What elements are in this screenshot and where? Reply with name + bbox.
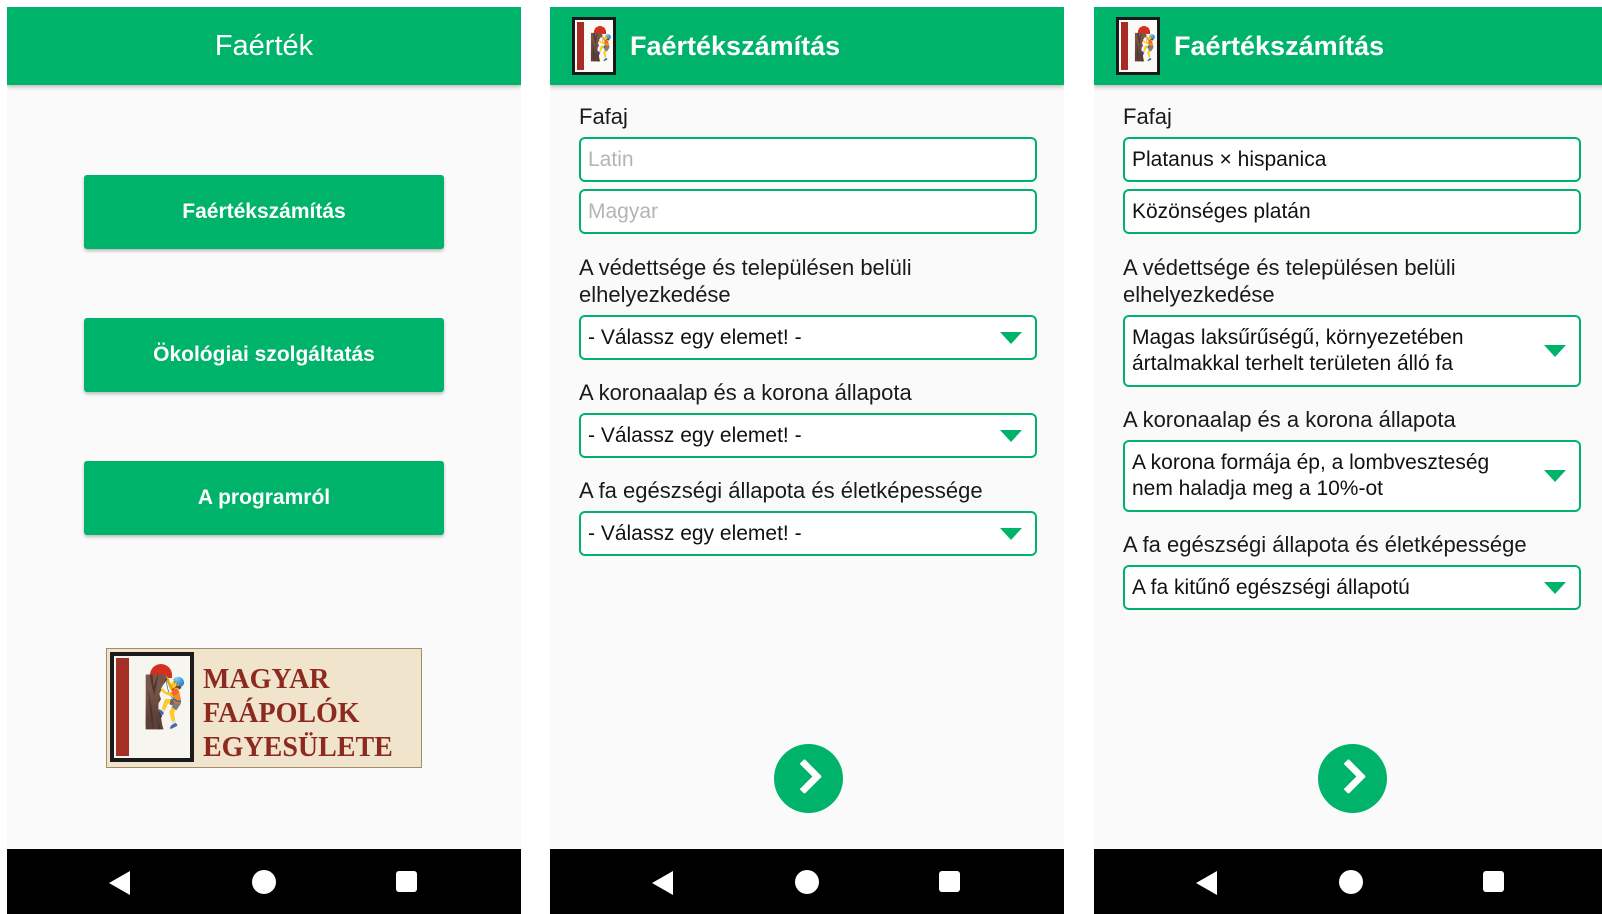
chevron-right-icon <box>1330 758 1367 795</box>
a-programrol-button[interactable]: A programról <box>84 461 444 535</box>
logo-wordmark: MAGYAR FAÁPOLÓK EGYESÜLETE <box>203 664 393 763</box>
egeszseg-select-value: A fa kitűnő egészségi állapotú <box>1132 576 1410 599</box>
okologiai-szolgaltatas-button[interactable]: Ökológiai szolgáltatás <box>84 318 444 392</box>
nav-home-icon[interactable] <box>252 870 276 894</box>
dropdown-arrow-icon <box>1544 581 1566 594</box>
fafaj-label: Fafaj <box>579 104 628 129</box>
app-title: Faérték <box>214 30 314 62</box>
next-button[interactable] <box>774 744 843 813</box>
tree-value-form: Fafaj Platanus × hispanica Közönséges pl… <box>1123 85 1581 610</box>
system-nav-bar <box>550 849 1064 914</box>
dropdown-arrow-icon <box>1000 331 1022 344</box>
dropdown-arrow-icon <box>1544 345 1566 357</box>
korona-label: A koronaalap és a korona állapota <box>1123 407 1456 432</box>
nav-recents-icon[interactable] <box>1483 871 1504 892</box>
hungarian-name-input[interactable]: Közönséges platán <box>1123 189 1581 234</box>
vedettseg-select-value: - Válassz egy elemet! - <box>588 326 802 349</box>
vedettseg-select-value: Magas laksűrűségű, környezetében ártalma… <box>1132 326 1464 375</box>
nav-back-icon[interactable] <box>1196 871 1217 895</box>
fafaj-label: Fafaj <box>1123 104 1172 129</box>
app-title: Faértékszámítás <box>1174 31 1385 61</box>
egeszseg-label: A fa egészségi állapota és életképessége <box>1123 532 1527 557</box>
system-nav-bar <box>7 849 521 914</box>
egeszseg-select-value: - Válassz egy elemet! - <box>588 522 802 545</box>
korona-select-value: A korona formája ép, a lombveszteség nem… <box>1132 451 1490 500</box>
tree-value-form: Fafaj Latin Magyar A védettsége és telep… <box>579 85 1037 556</box>
korona-select-value: - Válassz egy elemet! - <box>588 424 802 447</box>
calculation-screen-filled: 🧗 Faértékszámítás Fafaj Platanus × hispa… <box>1094 7 1602 914</box>
app-bar: Faérték <box>7 7 521 85</box>
faertekszamitas-button[interactable]: Faértékszámítás <box>84 175 444 249</box>
home-screen: Faérték Faértékszámítás Ökológiai szolgá… <box>7 7 521 914</box>
dropdown-arrow-icon <box>1544 470 1566 482</box>
app-title: Faértékszámítás <box>630 31 841 61</box>
vedettseg-label: A védettsége és településen belüli elhel… <box>579 255 912 307</box>
vedettseg-select[interactable]: Magas laksűrűségű, környezetében ártalma… <box>1123 315 1581 387</box>
app-logo-icon: 🧗 <box>1116 17 1165 75</box>
nav-recents-icon[interactable] <box>396 871 417 892</box>
app-bar: 🧗 Faértékszámítás <box>1094 7 1602 85</box>
next-button[interactable] <box>1318 744 1387 813</box>
calculation-screen-empty: 🧗 Faértékszámítás Fafaj Latin Magyar A v… <box>550 7 1064 914</box>
association-logo: 🧗 MAGYAR FAÁPOLÓK EGYESÜLETE <box>106 648 422 768</box>
chevron-right-icon <box>786 758 823 795</box>
climber-icon: 🧗 <box>142 674 205 730</box>
latin-name-input[interactable]: Platanus × hispanica <box>1123 137 1581 182</box>
dropdown-arrow-icon <box>1000 527 1022 540</box>
app-logo-icon: 🧗 <box>572 17 621 75</box>
nav-back-icon[interactable] <box>109 871 130 895</box>
nav-home-icon[interactable] <box>795 870 819 894</box>
korona-label: A koronaalap és a korona állapota <box>579 380 912 405</box>
egeszseg-select[interactable]: - Válassz egy elemet! - <box>579 511 1037 556</box>
logo-emblem: 🧗 <box>110 652 204 762</box>
latin-name-input[interactable]: Latin <box>579 137 1037 182</box>
app-bar: 🧗 Faértékszámítás <box>550 7 1064 85</box>
nav-home-icon[interactable] <box>1339 870 1363 894</box>
dropdown-arrow-icon <box>1000 429 1022 442</box>
korona-select[interactable]: - Válassz egy elemet! - <box>579 413 1037 458</box>
nav-recents-icon[interactable] <box>939 871 960 892</box>
vedettseg-select[interactable]: - Válassz egy elemet! - <box>579 315 1037 360</box>
vedettseg-label: A védettsége és településen belüli elhel… <box>1123 255 1456 307</box>
hungarian-name-input[interactable]: Magyar <box>579 189 1037 234</box>
system-nav-bar <box>1094 849 1602 914</box>
nav-back-icon[interactable] <box>652 871 673 895</box>
korona-select[interactable]: A korona formája ép, a lombveszteség nem… <box>1123 440 1581 512</box>
egeszseg-select[interactable]: A fa kitűnő egészségi állapotú <box>1123 565 1581 610</box>
egeszseg-label: A fa egészségi állapota és életképessége <box>579 478 983 503</box>
